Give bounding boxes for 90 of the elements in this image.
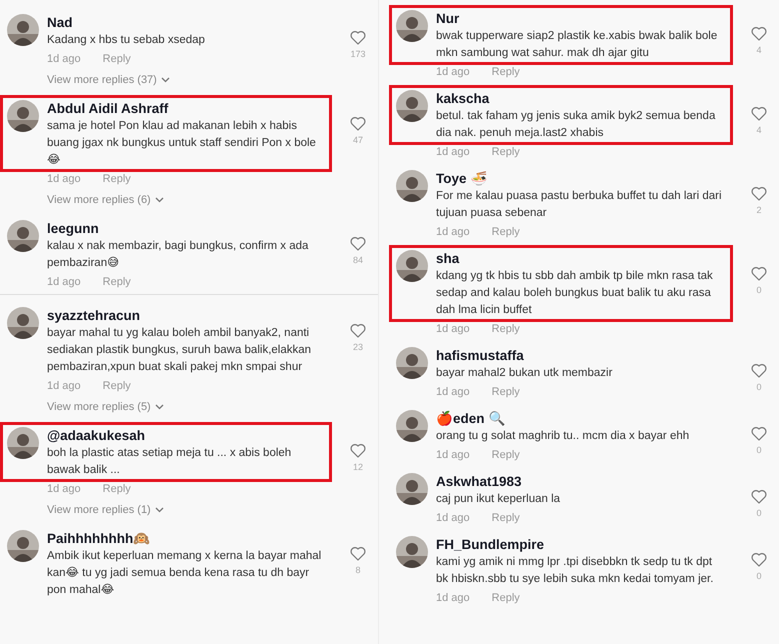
username[interactable]: Abdul Aidil Ashraff	[47, 100, 323, 118]
heart-icon[interactable]	[350, 443, 366, 458]
timestamp: 1d ago	[436, 145, 470, 160]
chevron-down-icon	[154, 197, 164, 203]
username[interactable]: hafismustaffa	[436, 347, 612, 365]
comment-text: caj pun ikut keperluan la	[436, 492, 560, 507]
username[interactable]: @adaakukesah	[47, 427, 323, 445]
heart-icon[interactable]	[350, 236, 366, 251]
comment-text: kami yg amik ni mmg lpr .tpi disebbkn tk sedp tu tk dpt bk hbiskn.sbb tu sye lebih suka mkn kedai tomyam jer.	[436, 555, 714, 587]
like-count: 8	[355, 565, 360, 575]
username[interactable]: 🍎eden 🔍	[436, 410, 690, 428]
heart-icon[interactable]	[751, 363, 767, 378]
comment-text: bayar mahal tu yg kalau boleh ambil banyak2, nanti sediakan plastik bungkus, suruh bawa balik,elakkan pembaziran,xpun buat skali pakej mkn smpai shur	[47, 326, 312, 375]
comment-text: For me kalau puasa pastu berbuka buffet tu dah lari dari tujuan puasa sebenar	[436, 189, 723, 221]
chevron-down-icon	[160, 77, 170, 83]
like-count: 173	[350, 49, 366, 59]
heart-icon[interactable]	[350, 323, 366, 338]
username[interactable]: FH_Bundlempire	[436, 536, 724, 554]
reply-link[interactable]: Reply	[492, 65, 520, 80]
username[interactable]: Askwhat1983	[436, 473, 560, 491]
username[interactable]: Toye 🍜	[436, 170, 724, 188]
comment-text: Kadang x hbs tu sebab xsedap	[47, 33, 205, 48]
like-count: 47	[352, 135, 363, 145]
timestamp: 1d ago	[436, 448, 470, 463]
chevron-down-icon	[154, 507, 164, 513]
comment-text: Ambik ikut keperluan memang x kerna la bayar mahal kan😂 tu yg jadi semua benda kena rasa tu dh bayr pon mahal😂	[47, 549, 322, 598]
username[interactable]: leegunn	[47, 220, 323, 238]
timestamp: 1d ago	[47, 379, 81, 394]
heart-icon[interactable]	[751, 426, 767, 441]
timestamp: 1d ago	[436, 385, 470, 400]
comment-text: betul. tak faham yg jenis suka amik byk2 semua benda dia nak. penuh meja.last2 xhabis	[436, 109, 716, 141]
chevron-down-icon	[154, 404, 164, 410]
username[interactable]: Nad	[47, 14, 205, 32]
like-count: 0	[756, 508, 762, 518]
username[interactable]: kakscha	[436, 90, 724, 108]
like-count: 4	[756, 45, 762, 55]
comment-text: kalau x nak membazir, bagi bungkus, confirm x ada pembaziran😅	[47, 239, 310, 271]
username[interactable]: syazztehracun	[47, 307, 323, 325]
timestamp: 1d ago	[47, 172, 81, 187]
reply-link[interactable]: Reply	[102, 275, 131, 290]
heart-icon[interactable]	[751, 552, 767, 567]
view-replies-link[interactable]: View more replies (1)	[0, 497, 378, 520]
heart-icon[interactable]	[751, 26, 767, 41]
username[interactable]: Paihhhhhhhh🙉	[47, 530, 323, 548]
view-replies-link[interactable]: View more replies (37)	[0, 67, 378, 90]
heart-icon[interactable]	[751, 266, 767, 281]
timestamp: 1d ago	[436, 225, 470, 240]
heart-icon[interactable]	[350, 546, 366, 561]
reply-link[interactable]: Reply	[492, 448, 520, 463]
reply-link[interactable]: Reply	[102, 172, 131, 187]
reply-link[interactable]: Reply	[492, 225, 520, 240]
reply-link[interactable]: Reply	[102, 379, 131, 394]
comment-text: bayar mahal2 bukan utk membazir	[436, 366, 612, 381]
comment-text: kdang yg tk hbis tu sbb dah ambik tp bile mkn rasa tak sedap and kalau boleh bungkus buat balik tu aku rasa dah lma licin buffet	[436, 269, 714, 318]
timestamp: 1d ago	[436, 591, 470, 606]
heart-icon[interactable]	[751, 106, 767, 121]
view-replies-link[interactable]: View more replies (5)	[0, 394, 378, 417]
reply-link[interactable]: Reply	[102, 52, 131, 67]
timestamp: 1d ago	[436, 65, 470, 80]
like-count: 12	[352, 462, 363, 472]
like-count: 0	[756, 382, 762, 392]
comment-text: bwak tupperware siap2 plastik ke.xabis bwak balik bole mkn sambung wat sahur. mak dh ajar gitu	[436, 29, 718, 61]
reply-link[interactable]: Reply	[492, 511, 520, 526]
comment-text: boh la plastic atas setiap meja tu ... x abis boleh bawak balik ...	[47, 446, 292, 478]
reply-link[interactable]: Reply	[102, 482, 131, 497]
like-count: 2	[756, 205, 762, 215]
like-count: 0	[756, 445, 762, 455]
timestamp: 1d ago	[47, 52, 81, 67]
like-count: 4	[756, 125, 762, 135]
comment-text: sama je hotel Pon klau ad makanan lebih x habis buang jgax nk bungkus untuk staff sendiri Pon x bole 😂	[47, 119, 317, 168]
like-count: 23	[352, 342, 363, 352]
timestamp: 1d ago	[47, 275, 81, 290]
comment-text: orang tu g solat maghrib tu.. mcm dia x bayar ehh	[436, 429, 690, 444]
username[interactable]: sha	[436, 250, 724, 268]
reply-link[interactable]: Reply	[492, 322, 520, 337]
like-count: 0	[756, 571, 762, 581]
heart-icon[interactable]	[751, 186, 767, 201]
like-count: 0	[756, 285, 762, 295]
timestamp: 1d ago	[436, 322, 470, 337]
like-count: 84	[352, 255, 363, 265]
heart-icon[interactable]	[350, 116, 366, 131]
view-replies-link[interactable]: View more replies (6)	[0, 187, 378, 210]
timestamp: 1d ago	[47, 482, 81, 497]
heart-icon[interactable]	[350, 30, 366, 45]
timestamp: 1d ago	[436, 511, 470, 526]
reply-link[interactable]: Reply	[492, 385, 520, 400]
username[interactable]: Nur	[436, 10, 724, 28]
reply-link[interactable]: Reply	[492, 591, 520, 606]
heart-icon[interactable]	[751, 489, 767, 504]
reply-link[interactable]: Reply	[492, 145, 520, 160]
